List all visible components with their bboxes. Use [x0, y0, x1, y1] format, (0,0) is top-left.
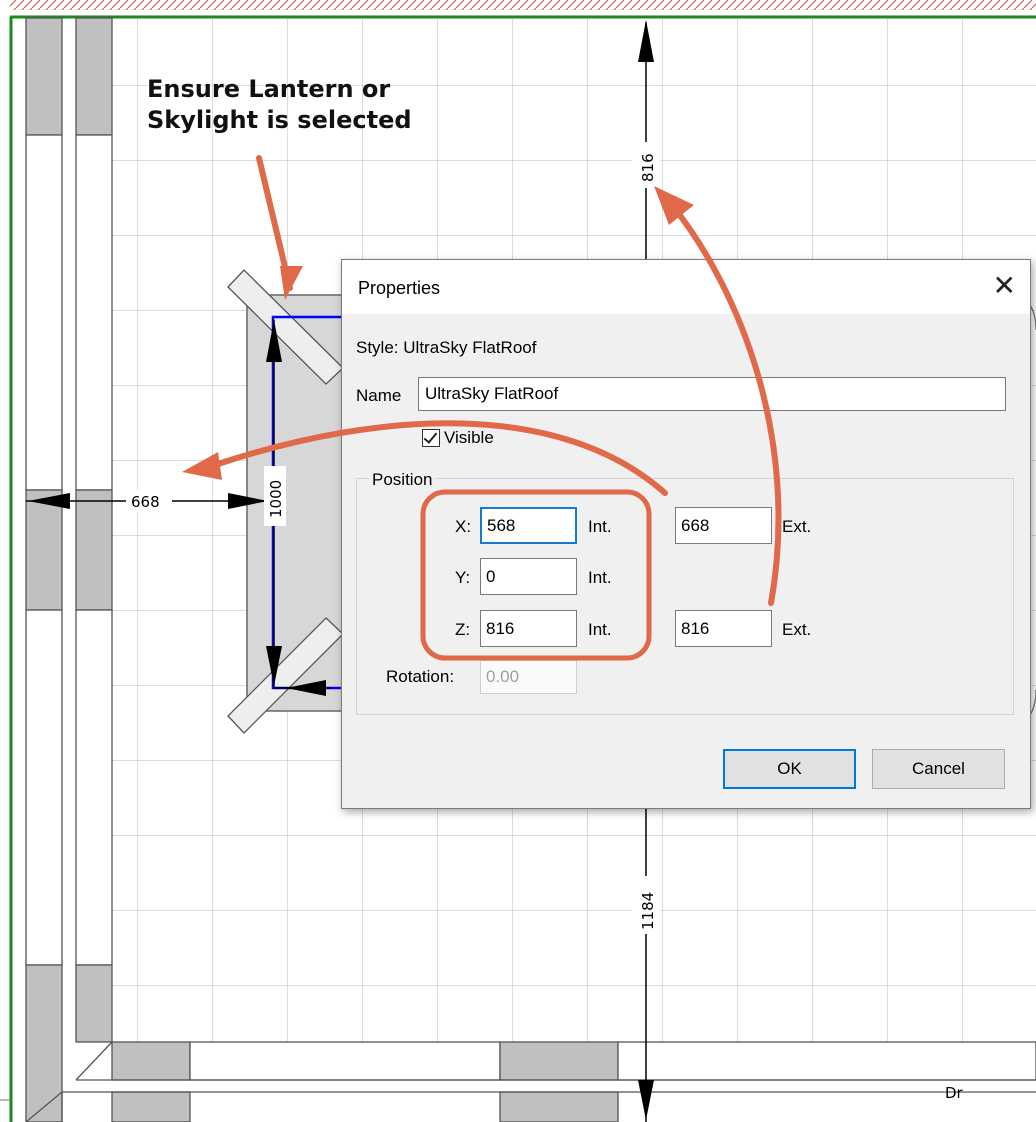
y-label: Y:	[455, 568, 471, 587]
dialog-title: Properties	[358, 278, 441, 298]
x-int-input[interactable]	[480, 507, 577, 544]
z-int-input[interactable]	[480, 610, 577, 647]
instruction-annotation: Ensure Lantern or Skylight is selected	[147, 74, 412, 136]
x-ext-label: Ext.	[782, 517, 812, 536]
z-int-label: Int.	[588, 620, 612, 639]
style-line: Style: UltraSky FlatRoof	[356, 338, 536, 358]
name-input[interactable]	[418, 377, 1006, 411]
style-label: Style:	[356, 338, 399, 357]
y-int-label: Int.	[588, 568, 612, 587]
rotation-input	[480, 660, 577, 694]
x-int-label: Int.	[588, 517, 612, 536]
close-icon[interactable]: ✕	[993, 270, 1016, 302]
name-label: Name	[356, 386, 402, 405]
dim-label-top: 816	[639, 153, 657, 182]
z-ext-input[interactable]	[675, 610, 772, 647]
annotation-line-2: Skylight is selected	[147, 106, 412, 134]
dim-label-left: 668	[131, 493, 160, 511]
dim-label-height: 1000	[267, 480, 285, 518]
z-label: Z:	[455, 620, 471, 639]
x-ext-input[interactable]	[675, 507, 772, 544]
z-ext-label: Ext.	[782, 620, 812, 639]
ok-button[interactable]: OK	[723, 749, 856, 789]
style-value: UltraSky FlatRoof	[403, 338, 537, 357]
properties-dialog: Properties ✕ Style: UltraSky FlatRoof Na…	[341, 259, 1031, 809]
position-group-title: Position	[369, 470, 436, 490]
visible-checkbox[interactable]: Visible	[422, 428, 494, 448]
dim-label-bottom: 1184	[639, 892, 657, 930]
cancel-button[interactable]: Cancel	[872, 749, 1005, 789]
dialog-titlebar[interactable]: Properties ✕	[342, 260, 1030, 314]
visible-label: Visible	[444, 428, 494, 447]
rotation-label: Rotation:	[386, 667, 455, 686]
x-label: X:	[455, 517, 472, 536]
y-int-input[interactable]	[480, 558, 577, 595]
corner-text: Dr	[945, 1084, 964, 1102]
annotation-line-1: Ensure Lantern or	[147, 75, 391, 103]
checkbox-checked-icon[interactable]	[422, 429, 440, 447]
